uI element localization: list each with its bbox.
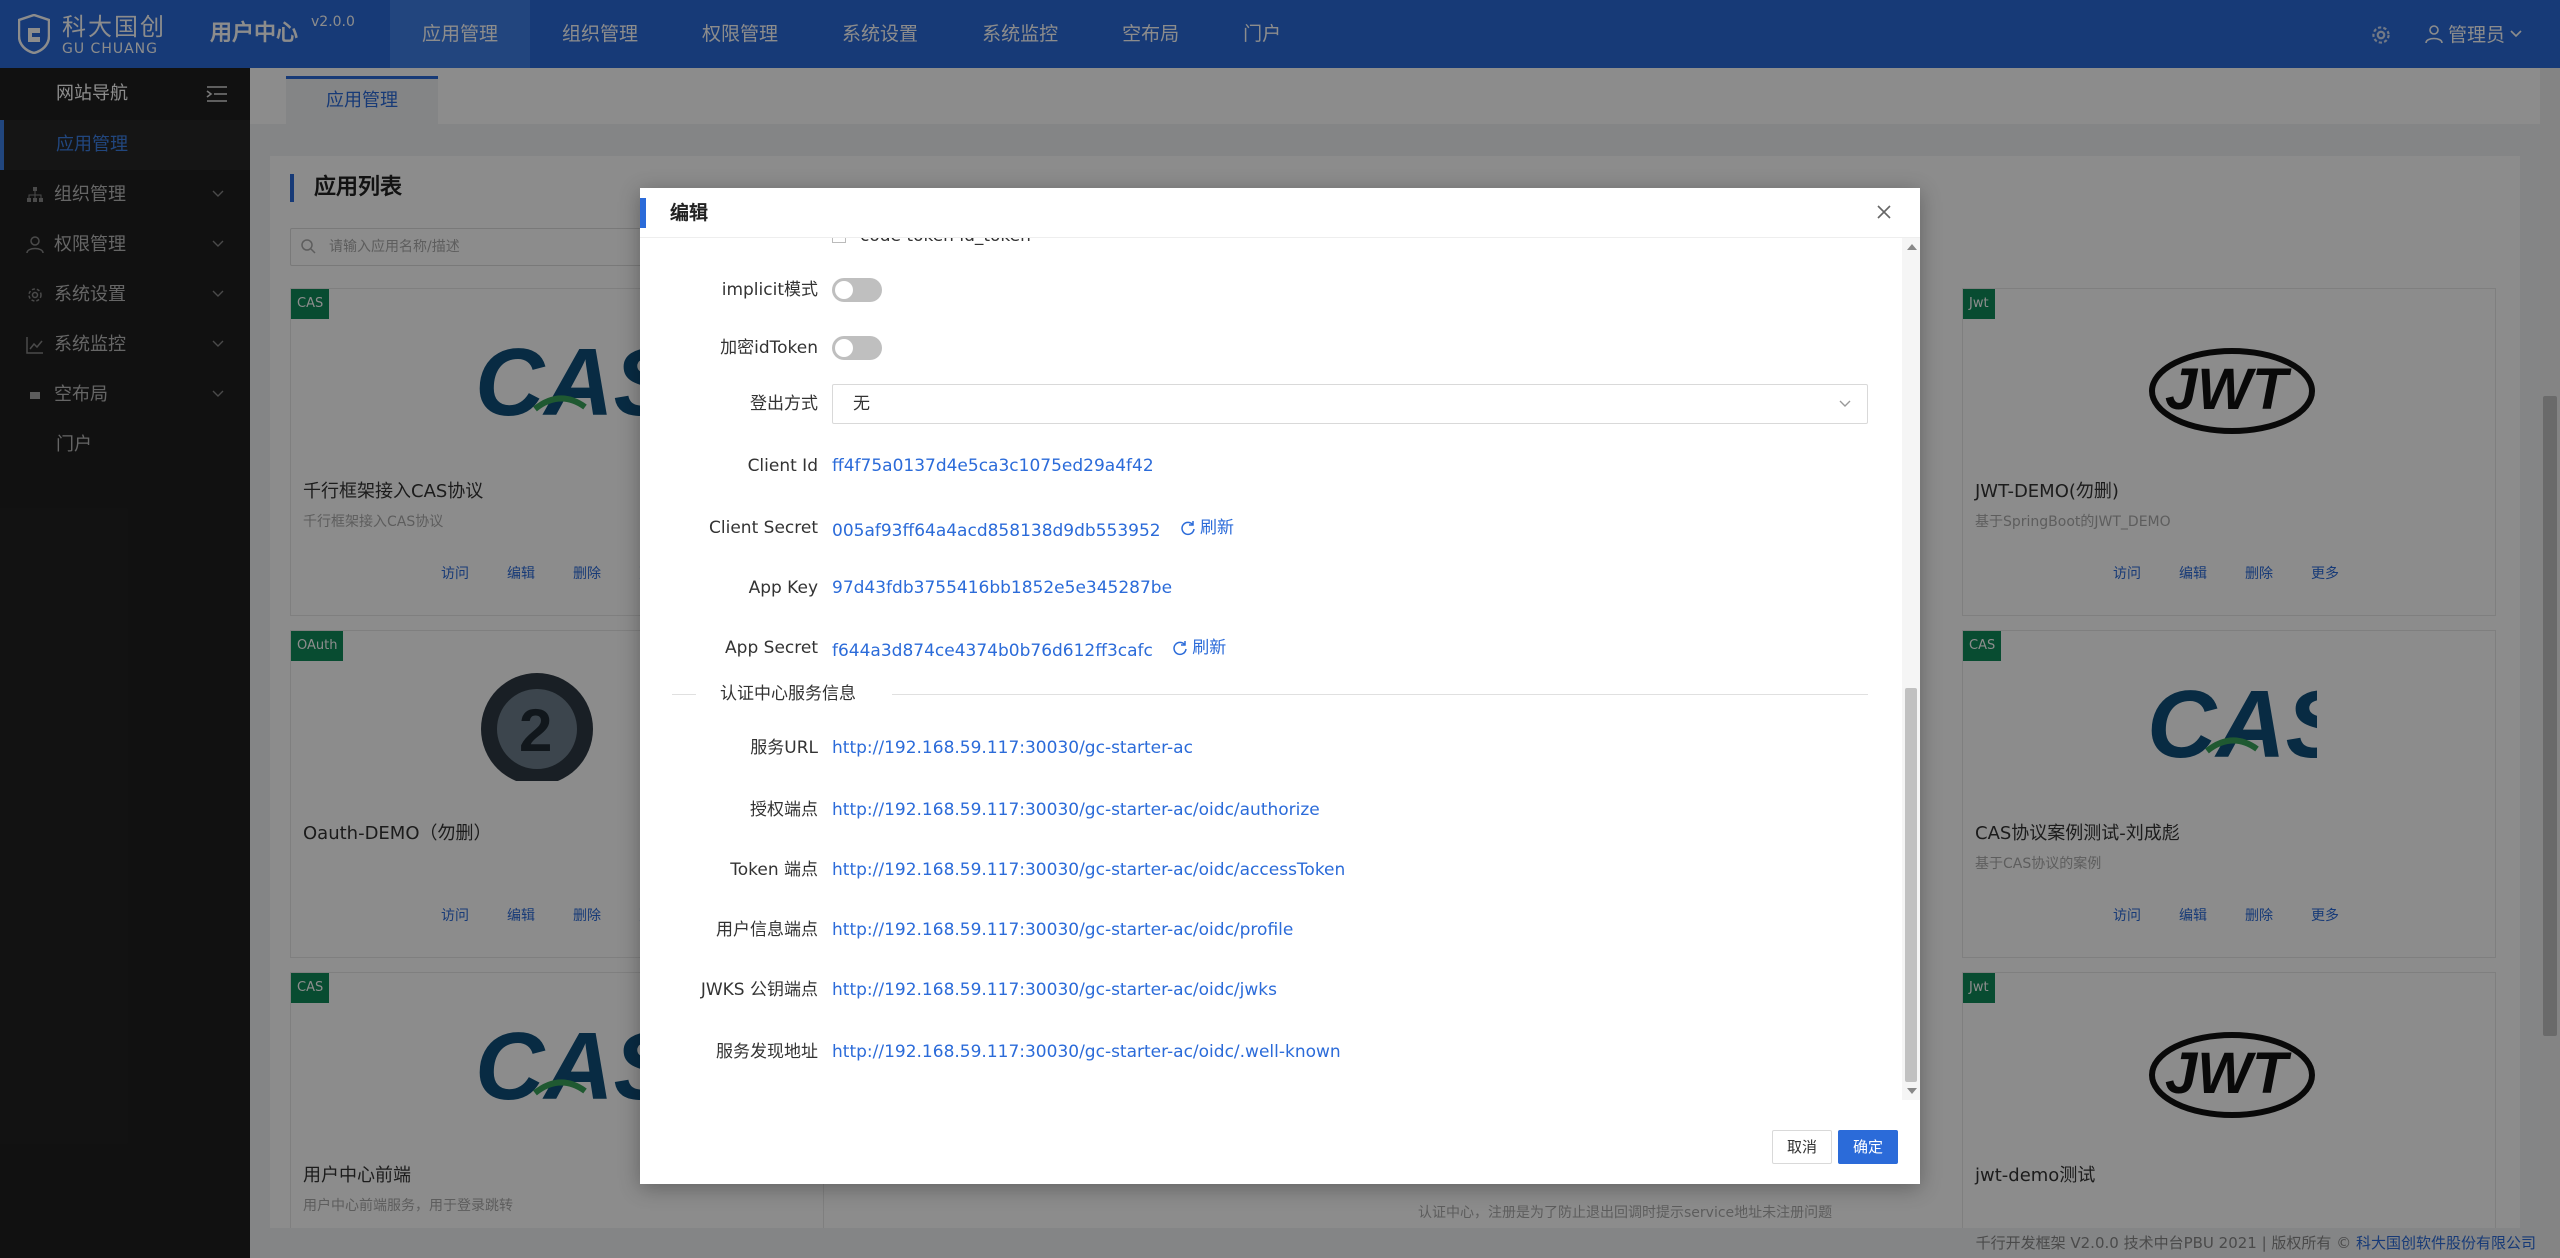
dialog-scrollbar[interactable] bbox=[1902, 238, 1920, 1100]
form-row-logout: 登出方式 无 bbox=[640, 384, 1902, 424]
dialog-body: code token id_token implicit模式 加密idToken… bbox=[640, 238, 1902, 1100]
close-icon[interactable] bbox=[1874, 202, 1894, 222]
implicit-switch[interactable] bbox=[832, 278, 882, 302]
field-label: 用户信息端点 bbox=[716, 920, 818, 940]
authorize-endpoint-link[interactable]: http://192.168.59.117:30030/gc-starter-a… bbox=[832, 790, 1320, 830]
dialog-header: 编辑 bbox=[640, 188, 1920, 238]
response-type-option[interactable]: code token id_token bbox=[832, 238, 1031, 246]
switch-knob bbox=[835, 339, 853, 357]
option-label: code token id_token bbox=[860, 238, 1031, 246]
edit-dialog: 编辑 code token id_token implicit模式 加密idTo… bbox=[640, 188, 1920, 1184]
refresh-app-secret-button[interactable]: 刷新 bbox=[1172, 628, 1226, 668]
divider-line bbox=[672, 694, 696, 695]
jwks-endpoint-link[interactable]: http://192.168.59.117:30030/gc-starter-a… bbox=[832, 970, 1277, 1010]
section-title: 认证中心服务信息 bbox=[720, 684, 856, 704]
form-row-encrypt-idtoken: 加密idToken bbox=[640, 328, 1902, 368]
logout-mode-select[interactable]: 无 bbox=[832, 384, 1868, 424]
field-label: implicit模式 bbox=[721, 280, 818, 300]
form-row-implicit: implicit模式 bbox=[640, 270, 1902, 310]
scroll-down-icon[interactable] bbox=[1907, 1088, 1917, 1094]
form-row-jwks-endpoint: JWKS 公钥端点 http://192.168.59.117:30030/gc… bbox=[640, 970, 1902, 1010]
cancel-button[interactable]: 取消 bbox=[1772, 1130, 1833, 1164]
checkbox[interactable] bbox=[832, 238, 846, 243]
app-key-value: 97d43fdb3755416bb1852e5e345287be bbox=[832, 578, 1173, 598]
client-id-value: ff4f75a0137d4e5ca3c1075ed29a4f42 bbox=[832, 456, 1154, 476]
form-row-discovery: 服务发现地址 http://192.168.59.117:30030/gc-st… bbox=[640, 1032, 1902, 1072]
field-label: Client Id bbox=[747, 456, 818, 476]
app-secret-value: f644a3d874ce4374b0b76d612ff3cafc bbox=[832, 641, 1153, 661]
dialog-footer: 取消 确定 bbox=[640, 1130, 1920, 1184]
userinfo-endpoint-link[interactable]: http://192.168.59.117:30030/gc-starter-a… bbox=[832, 910, 1293, 950]
switch-knob bbox=[835, 281, 853, 299]
form-row-authorize-endpoint: 授权端点 http://192.168.59.117:30030/gc-star… bbox=[640, 790, 1902, 830]
field-label: 加密idToken bbox=[720, 338, 818, 358]
field-label: 授权端点 bbox=[750, 800, 818, 820]
client-secret-row: 005af93ff64a4acd858138d9db553952 刷新 bbox=[832, 508, 1234, 551]
form-row-token-endpoint: Token 端点 http://192.168.59.117:30030/gc-… bbox=[640, 850, 1902, 890]
field-label: 登出方式 bbox=[750, 394, 818, 414]
token-endpoint-link[interactable]: http://192.168.59.117:30030/gc-starter-a… bbox=[832, 850, 1345, 890]
scroll-up-icon[interactable] bbox=[1907, 244, 1917, 250]
field-label: 服务发现地址 bbox=[716, 1042, 818, 1062]
select-value: 无 bbox=[853, 394, 870, 414]
field-label: App Key bbox=[748, 578, 818, 598]
scrollbar-thumb[interactable] bbox=[1905, 688, 1917, 1082]
form-row-userinfo-endpoint: 用户信息端点 http://192.168.59.117:30030/gc-st… bbox=[640, 910, 1902, 950]
app-secret-row: f644a3d874ce4374b0b76d612ff3cafc 刷新 bbox=[832, 628, 1226, 671]
form-row-app-secret: App Secret f644a3d874ce4374b0b76d612ff3c… bbox=[640, 628, 1902, 668]
field-label: Client Secret bbox=[709, 518, 818, 538]
refresh-icon bbox=[1181, 521, 1195, 536]
chevron-down-icon bbox=[1839, 400, 1851, 407]
refresh-label: 刷新 bbox=[1192, 638, 1227, 658]
refresh-client-secret-button[interactable]: 刷新 bbox=[1180, 508, 1234, 548]
form-row-client-secret: Client Secret 005af93ff64a4acd858138d9db… bbox=[640, 508, 1902, 548]
field-label: App Secret bbox=[725, 638, 818, 658]
field-label: 服务URL bbox=[750, 738, 818, 758]
divider-line bbox=[892, 694, 1868, 695]
refresh-label: 刷新 bbox=[1200, 518, 1235, 538]
discovery-link[interactable]: http://192.168.59.117:30030/gc-starter-a… bbox=[832, 1032, 1341, 1072]
section-divider: 认证中心服务信息 bbox=[672, 684, 1868, 704]
refresh-icon bbox=[1173, 641, 1188, 656]
form-row-service-url: 服务URL http://192.168.59.117:30030/gc-sta… bbox=[640, 728, 1902, 768]
form-row-app-key: App Key 97d43fdb3755416bb1852e5e345287be bbox=[640, 568, 1902, 608]
dialog-title: 编辑 bbox=[640, 198, 708, 228]
field-label: JWKS 公钥端点 bbox=[700, 980, 818, 1000]
client-secret-value: 005af93ff64a4acd858138d9db553952 bbox=[832, 521, 1161, 541]
confirm-button[interactable]: 确定 bbox=[1838, 1130, 1899, 1164]
field-label: Token 端点 bbox=[730, 860, 818, 880]
form-row-client-id: Client Id ff4f75a0137d4e5ca3c1075ed29a4f… bbox=[640, 446, 1902, 486]
encrypt-idtoken-switch[interactable] bbox=[832, 336, 882, 360]
service-url-link[interactable]: http://192.168.59.117:30030/gc-starter-a… bbox=[832, 728, 1193, 768]
